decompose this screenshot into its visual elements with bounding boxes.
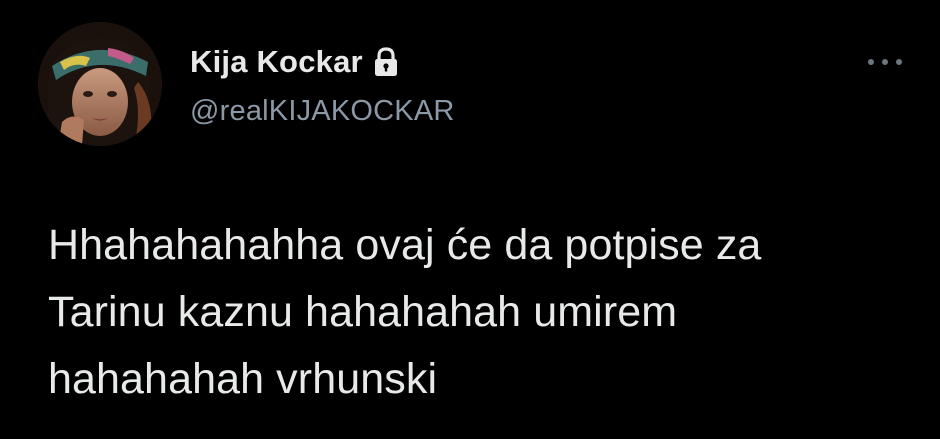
- author-handle[interactable]: @realKIJAKOCKAR: [190, 94, 455, 128]
- more-dot: [882, 59, 888, 65]
- author-name-row: Kija Kockar: [190, 44, 399, 80]
- more-dot: [896, 59, 902, 65]
- tweet-text: Hhahahahahha ovaj će da potpise za Tarin…: [48, 221, 762, 403]
- author-display-name[interactable]: Kija Kockar: [190, 44, 363, 80]
- more-options-icon[interactable]: [868, 52, 902, 72]
- avatar-image: [38, 22, 162, 146]
- tweet-card: Kija Kockar @realKIJAKOCKAR Hhahahahahha…: [0, 0, 940, 439]
- avatar[interactable]: [38, 22, 162, 146]
- more-dot: [868, 59, 874, 65]
- lock-icon: [373, 47, 399, 77]
